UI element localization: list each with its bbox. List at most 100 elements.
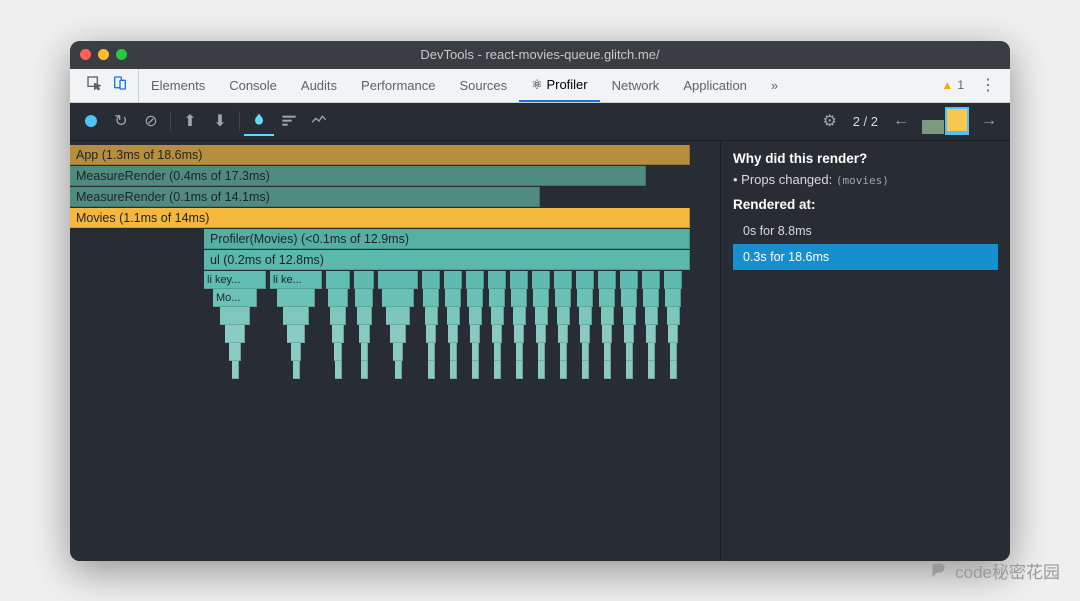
warning-badge[interactable]: ▲ 1 (933, 78, 972, 92)
render-item-1[interactable]: 0.3s for 18.6ms (733, 244, 998, 270)
flame-li-16-1[interactable] (665, 289, 681, 307)
flame-li-12-4[interactable] (582, 343, 589, 361)
flame-li-6-5[interactable] (450, 361, 457, 379)
flame-li-14-2[interactable] (623, 307, 636, 325)
flame-li-8-4[interactable] (494, 343, 501, 361)
flame-li-1-1[interactable] (277, 289, 315, 307)
import-button[interactable]: ⬆ (175, 106, 205, 136)
commit-bar-1[interactable] (946, 108, 968, 134)
flame-li-10-5[interactable] (538, 361, 545, 379)
flame-li-5-1[interactable] (423, 289, 439, 307)
flame-li-5-3[interactable] (426, 325, 436, 343)
flame-li-15-0[interactable] (642, 271, 660, 289)
flame-li-7-5[interactable] (472, 361, 479, 379)
flame-li-12-1[interactable] (577, 289, 593, 307)
flame-li-9-0[interactable] (510, 271, 528, 289)
flame-li-12-2[interactable] (579, 307, 592, 325)
flame-li-1-5[interactable] (293, 361, 300, 379)
flame-bar-r3[interactable]: Movies (1.1ms of 14ms) (70, 208, 690, 228)
flame-bar-r5[interactable]: ul (0.2ms of 12.8ms) (204, 250, 690, 270)
tab-audits[interactable]: Audits (289, 69, 349, 102)
flame-li-9-2[interactable] (513, 307, 526, 325)
reload-button[interactable]: ↻ (106, 106, 136, 136)
flame-li-10-3[interactable] (536, 325, 546, 343)
flame-li-13-2[interactable] (601, 307, 614, 325)
flame-li-10-4[interactable] (538, 343, 545, 361)
tab-elements[interactable]: Elements (139, 69, 217, 102)
flame-li-4-0[interactable] (378, 271, 418, 289)
settings-icon[interactable]: ⚙ (815, 106, 845, 136)
flame-li-3-5[interactable] (361, 361, 368, 379)
tab-network[interactable]: Network (600, 69, 672, 102)
flame-li-13-5[interactable] (604, 361, 611, 379)
flame-li-15-4[interactable] (648, 343, 655, 361)
flame-li-9-1[interactable] (511, 289, 527, 307)
flame-li-14-0[interactable] (620, 271, 638, 289)
flame-li-12-5[interactable] (582, 361, 589, 379)
flame-li-16-3[interactable] (668, 325, 678, 343)
flame-li-15-1[interactable] (643, 289, 659, 307)
flame-li-14-5[interactable] (626, 361, 633, 379)
flame-li-2-0[interactable] (326, 271, 350, 289)
flame-li-3-0[interactable] (354, 271, 374, 289)
flame-li-9-5[interactable] (516, 361, 523, 379)
flame-li-13-0[interactable] (598, 271, 616, 289)
export-button[interactable]: ⬇ (205, 106, 235, 136)
flame-li-0-0[interactable]: li key... (204, 271, 266, 289)
flame-li-3-3[interactable] (359, 325, 370, 343)
flame-li-11-4[interactable] (560, 343, 567, 361)
flame-li-1-4[interactable] (291, 343, 301, 361)
tab-console[interactable]: Console (217, 69, 289, 102)
flame-li-15-5[interactable] (648, 361, 655, 379)
flame-bar-r4[interactable]: Profiler(Movies) (<0.1ms of 12.9ms) (204, 229, 690, 249)
render-item-0[interactable]: 0s for 8.8ms (733, 218, 998, 244)
flame-li-14-1[interactable] (621, 289, 637, 307)
flame-li-16-5[interactable] (670, 361, 677, 379)
flame-li-13-4[interactable] (604, 343, 611, 361)
interactions-tab[interactable] (304, 106, 334, 136)
flame-li-11-5[interactable] (560, 361, 567, 379)
flame-li-14-4[interactable] (626, 343, 633, 361)
flame-li-11-3[interactable] (558, 325, 568, 343)
flame-li-6-0[interactable] (444, 271, 462, 289)
next-commit-button[interactable]: → (974, 106, 1004, 136)
close-icon[interactable] (80, 49, 91, 60)
inspect-element-icon[interactable] (86, 75, 102, 96)
clear-button[interactable]: ⊘ (136, 106, 166, 136)
flame-li-12-3[interactable] (580, 325, 590, 343)
flame-li-1-3[interactable] (287, 325, 305, 343)
flame-li-13-1[interactable] (599, 289, 615, 307)
flame-li-0-2[interactable] (220, 307, 250, 325)
flame-li-11-0[interactable] (554, 271, 572, 289)
flame-li-7-0[interactable] (466, 271, 484, 289)
flame-li-7-2[interactable] (469, 307, 482, 325)
flame-li-6-4[interactable] (450, 343, 457, 361)
tab-sources[interactable]: Sources (447, 69, 519, 102)
flame-li-1-0[interactable]: li ke... (270, 271, 322, 289)
flame-li-0-4[interactable] (229, 343, 241, 361)
flame-li-9-4[interactable] (516, 343, 523, 361)
tabs-overflow-icon[interactable]: » (759, 69, 790, 102)
flame-li-4-1[interactable] (382, 289, 414, 307)
flame-li-8-5[interactable] (494, 361, 501, 379)
flame-li-4-5[interactable] (395, 361, 402, 379)
flame-li-11-1[interactable] (555, 289, 571, 307)
flame-li-2-5[interactable] (335, 361, 342, 379)
flame-li-10-1[interactable] (533, 289, 549, 307)
flame-li-3-4[interactable] (361, 343, 368, 361)
flame-li-9-3[interactable] (514, 325, 524, 343)
flamegraph-tab[interactable] (244, 106, 274, 136)
flame-li-2-2[interactable] (330, 307, 346, 325)
flame-li-8-1[interactable] (489, 289, 505, 307)
flamegraph-panel[interactable]: App (1.3ms of 18.6ms)MeasureRender (0.4m… (70, 141, 720, 561)
flame-li-5-4[interactable] (428, 343, 435, 361)
ranked-tab[interactable] (274, 106, 304, 136)
flame-li-2-1[interactable] (328, 289, 348, 307)
flame-li-4-2[interactable] (386, 307, 410, 325)
tab-performance[interactable]: Performance (349, 69, 447, 102)
flame-li-10-2[interactable] (535, 307, 548, 325)
flame-li-16-2[interactable] (667, 307, 680, 325)
flame-li-8-0[interactable] (488, 271, 506, 289)
more-menu-icon[interactable]: ⋮ (972, 75, 1004, 95)
flame-li-12-0[interactable] (576, 271, 594, 289)
